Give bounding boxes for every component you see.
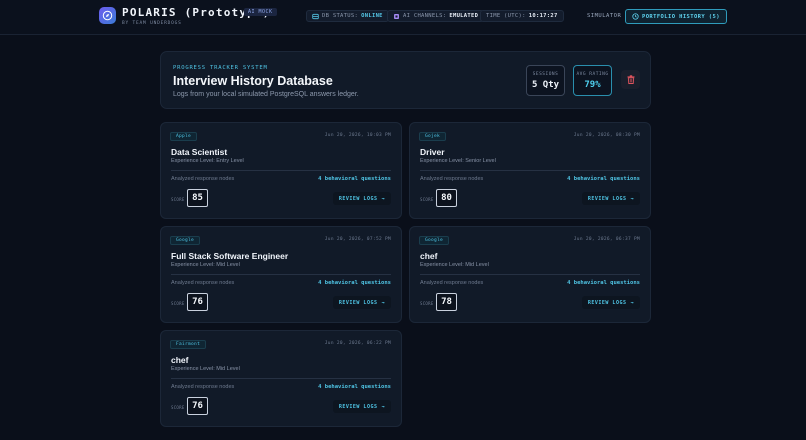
- time-pill: TIME (UTC): 10:17:27: [480, 10, 564, 22]
- divider: [171, 378, 391, 379]
- session-card: Apple Jun 20, 2026, 10:03 PM Data Scient…: [160, 122, 402, 219]
- score-value: 78: [436, 293, 457, 311]
- experience-level: Experience Level: Mid Level: [420, 262, 489, 268]
- question-count: 4 behavioral questions: [318, 280, 391, 286]
- nodes-label: Analyzed response nodes: [171, 384, 235, 390]
- role-title: chef: [420, 251, 438, 261]
- session-card: Google Jun 20, 2026, 07:52 PM Full Stack…: [160, 226, 402, 323]
- nodes-label: Analyzed response nodes: [420, 176, 484, 182]
- review-logs-button[interactable]: REVIEW LOGS →: [332, 400, 391, 413]
- session-date: Jun 20, 2026, 06:37 PM: [573, 237, 640, 242]
- compass-icon: [102, 10, 113, 21]
- session-date: Jun 20, 2026, 10:03 PM: [324, 133, 391, 138]
- divider: [171, 274, 391, 275]
- ai-channels-value: EMULATED: [449, 13, 479, 19]
- nav-portfolio-history[interactable]: PORTFOLIO HISTORY (5): [625, 9, 727, 24]
- company-tag: Apple: [170, 132, 198, 141]
- arrow-right-icon: →: [381, 195, 385, 202]
- score-label: SCORE: [171, 197, 185, 202]
- history-header-panel: PROGRESS TRACKER SYSTEM Interview Histor…: [160, 51, 651, 109]
- session-card: Fairmont Jun 20, 2026, 06:22 PM chef Exp…: [160, 330, 402, 427]
- db-status-label: DB STATUS:: [322, 13, 359, 19]
- chip-icon: [394, 13, 399, 19]
- sessions-label: SESSIONS: [532, 72, 559, 77]
- score-label: SCORE: [420, 197, 434, 202]
- session-card: Google Jun 20, 2026, 06:37 PM chef Exper…: [409, 226, 651, 323]
- section-kicker: PROGRESS TRACKER SYSTEM: [173, 65, 268, 71]
- review-logs-button[interactable]: REVIEW LOGS →: [332, 296, 391, 309]
- review-logs-label: REVIEW LOGS: [338, 195, 378, 202]
- role-title: Data Scientist: [171, 147, 228, 157]
- score-label: SCORE: [420, 301, 434, 306]
- experience-level: Experience Level: Mid Level: [171, 262, 240, 268]
- review-logs-label: REVIEW LOGS: [338, 299, 378, 306]
- experience-level: Experience Level: Entry Level: [171, 158, 244, 164]
- page-title: Interview History Database: [173, 74, 333, 88]
- session-card: Gojek Jun 20, 2026, 08:30 PM Driver Expe…: [409, 122, 651, 219]
- question-count: 4 behavioral questions: [318, 176, 391, 182]
- logo[interactable]: [99, 7, 116, 24]
- review-logs-label: REVIEW LOGS: [338, 403, 378, 410]
- role-title: Full Stack Software Engineer: [171, 251, 289, 261]
- db-status-pill: DB STATUS: ONLINE: [306, 10, 389, 22]
- session-date: Jun 20, 2026, 08:30 PM: [573, 133, 640, 138]
- nav-simulator[interactable]: SIMULATOR: [587, 13, 621, 19]
- trash-icon: [627, 75, 634, 84]
- score-label: SCORE: [171, 301, 185, 306]
- role-title: chef: [171, 355, 189, 365]
- ai-channels-label: AI CHANNELS:: [403, 13, 447, 19]
- score-label: SCORE: [171, 405, 185, 410]
- score-value: 76: [187, 397, 208, 415]
- review-logs-button[interactable]: REVIEW LOGS →: [581, 192, 640, 205]
- brand-subtitle: BY TEAM UNDERDOGS: [122, 21, 182, 26]
- nodes-label: Analyzed response nodes: [171, 280, 235, 286]
- review-logs-button[interactable]: REVIEW LOGS →: [581, 296, 640, 309]
- score-value: 80: [436, 189, 457, 207]
- session-date: Jun 20, 2026, 06:22 PM: [324, 341, 391, 346]
- question-count: 4 behavioral questions: [567, 176, 640, 182]
- role-title: Driver: [420, 147, 445, 157]
- sessions-value: 5 Qty: [531, 80, 560, 90]
- company-tag: Gojek: [419, 132, 447, 141]
- ai-channels-pill: AI CHANNELS: EMULATED: [387, 10, 485, 22]
- time-label: TIME (UTC):: [486, 13, 526, 19]
- divider: [420, 170, 640, 171]
- company-tag: Fairmont: [170, 340, 207, 349]
- score-value: 76: [187, 293, 208, 311]
- brand-badge: AI MOCK: [244, 8, 277, 16]
- question-count: 4 behavioral questions: [567, 280, 640, 286]
- avg-rating-label: AVG RATING: [576, 72, 609, 77]
- avg-rating-stat: AVG RATING 79%: [573, 65, 612, 96]
- nav-portfolio-label: PORTFOLIO HISTORY (5): [642, 13, 720, 20]
- score-value: 85: [187, 189, 208, 207]
- question-count: 4 behavioral questions: [318, 384, 391, 390]
- company-tag: Google: [419, 236, 450, 245]
- review-logs-label: REVIEW LOGS: [587, 195, 627, 202]
- company-tag: Google: [170, 236, 201, 245]
- arrow-right-icon: →: [630, 195, 634, 202]
- review-logs-button[interactable]: REVIEW LOGS →: [332, 192, 391, 205]
- history-icon: [632, 13, 639, 20]
- experience-level: Experience Level: Mid Level: [171, 366, 240, 372]
- page-subtitle: Logs from your local simulated PostgreSQ…: [173, 91, 359, 98]
- experience-level: Experience Level: Senior Level: [420, 158, 496, 164]
- nodes-label: Analyzed response nodes: [171, 176, 235, 182]
- session-date: Jun 20, 2026, 07:52 PM: [324, 237, 391, 242]
- top-bar: POLARIS (Prototype) AI MOCK BY TEAM UNDE…: [0, 0, 806, 35]
- time-value: 10:17:27: [528, 13, 558, 19]
- arrow-right-icon: →: [381, 403, 385, 410]
- divider: [171, 170, 391, 171]
- nodes-label: Analyzed response nodes: [420, 280, 484, 286]
- avg-rating-value: 79%: [584, 80, 601, 90]
- arrow-right-icon: →: [630, 299, 634, 306]
- arrow-right-icon: →: [381, 299, 385, 306]
- review-logs-label: REVIEW LOGS: [587, 299, 627, 306]
- sessions-stat: SESSIONS 5 Qty: [526, 65, 565, 96]
- db-status-value: ONLINE: [361, 13, 383, 19]
- clear-history-button[interactable]: [621, 70, 640, 89]
- divider: [420, 274, 640, 275]
- database-icon: [312, 13, 319, 19]
